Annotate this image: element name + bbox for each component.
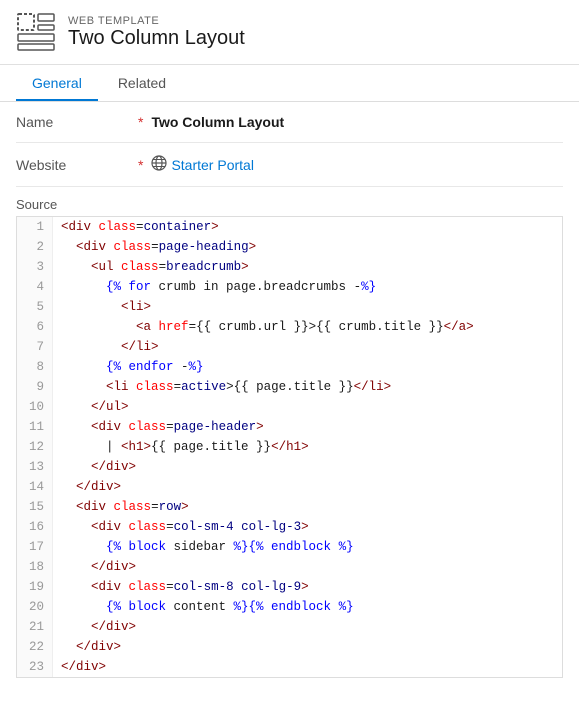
code-line: 9 <li class=active>{{ page.title }}</li> [17,377,562,397]
code-line: 18 </div> [17,557,562,577]
line-content: <div class=container> [53,217,227,237]
website-required: * [138,157,143,173]
code-container: 1<div class=container>2 <div class=page-… [16,216,563,678]
tab-related[interactable]: Related [102,65,182,101]
source-label: Source [0,187,579,216]
website-link[interactable]: Starter Portal [171,157,253,173]
line-content: <a href={{ crumb.url }}>{{ crumb.title }… [53,317,482,337]
code-line: 21 </div> [17,617,562,637]
line-content: {% endfor -%} [53,357,212,377]
line-number: 8 [17,357,53,377]
code-line: 23</div> [17,657,562,677]
line-content: <ul class=breadcrumb> [53,257,257,277]
tab-general[interactable]: General [16,65,98,101]
code-line: 20 {% block content %}{% endblock %} [17,597,562,617]
line-content: </div> [53,617,144,637]
code-line: 1<div class=container> [17,217,562,237]
code-line: 12 | <h1>{{ page.title }}</h1> [17,437,562,457]
line-content: </div> [53,637,129,657]
globe-icon [151,155,167,174]
code-line: 8 {% endfor -%} [17,357,562,377]
line-number: 18 [17,557,53,577]
line-content: </div> [53,457,144,477]
line-number: 5 [17,297,53,317]
code-line: 16 <div class=col-sm-4 col-lg-3> [17,517,562,537]
line-number: 20 [17,597,53,617]
line-number: 10 [17,397,53,417]
code-line: 4 {% for crumb in page.breadcrumbs -%} [17,277,562,297]
name-label: Name [16,114,136,130]
line-number: 9 [17,377,53,397]
header-text-group: WEB TEMPLATE Two Column Layout [68,15,245,50]
line-content: <div class=col-sm-8 col-lg-9> [53,577,317,597]
line-content: <div class=row> [53,497,197,517]
line-content: <div class=page-heading> [53,237,264,257]
line-content: {% block content %}{% endblock %} [53,597,362,617]
line-content: <div class=col-sm-4 col-lg-3> [53,517,317,537]
line-content: </div> [53,657,114,677]
name-row: Name * Two Column Layout [16,102,563,143]
name-required: * [138,114,143,130]
line-number: 13 [17,457,53,477]
code-line: 6 <a href={{ crumb.url }}>{{ crumb.title… [17,317,562,337]
line-number: 1 [17,217,53,237]
header-subtitle: WEB TEMPLATE [68,15,245,27]
tabs-bar: General Related [0,65,579,102]
code-line: 14 </div> [17,477,562,497]
line-content: {% block sidebar %}{% endblock %} [53,537,362,557]
code-line: 22 </div> [17,637,562,657]
code-line: 17 {% block sidebar %}{% endblock %} [17,537,562,557]
code-line: 10 </ul> [17,397,562,417]
line-number: 3 [17,257,53,277]
line-number: 17 [17,537,53,557]
code-line: 3 <ul class=breadcrumb> [17,257,562,277]
line-number: 14 [17,477,53,497]
line-number: 22 [17,637,53,657]
website-row: Website * Starter Portal [16,143,563,187]
code-line: 13 </div> [17,457,562,477]
line-content: </div> [53,557,144,577]
name-value: Two Column Layout [151,114,284,130]
website-label: Website [16,157,136,173]
header-title: Two Column Layout [68,27,245,50]
line-number: 15 [17,497,53,517]
line-number: 7 [17,337,53,357]
line-content: <li> [53,297,159,317]
line-number: 2 [17,237,53,257]
line-number: 4 [17,277,53,297]
line-content: <div class=page-header> [53,417,272,437]
line-number: 11 [17,417,53,437]
line-content: {% for crumb in page.breadcrumbs -%} [53,277,384,297]
code-line: 5 <li> [17,297,562,317]
line-number: 16 [17,517,53,537]
code-line: 2 <div class=page-heading> [17,237,562,257]
code-line: 11 <div class=page-header> [17,417,562,437]
line-number: 23 [17,657,53,677]
line-number: 21 [17,617,53,637]
line-content: <li class=active>{{ page.title }}</li> [53,377,399,397]
line-content: | <h1>{{ page.title }}</h1> [53,437,317,457]
code-line: 19 <div class=col-sm-8 col-lg-9> [17,577,562,597]
code-line: 15 <div class=row> [17,497,562,517]
code-line: 7 </li> [17,337,562,357]
line-content: </ul> [53,397,137,417]
line-content: </div> [53,477,129,497]
web-template-icon [16,12,56,52]
form-section: Name * Two Column Layout Website * Start… [0,102,579,187]
line-number: 19 [17,577,53,597]
line-number: 12 [17,437,53,457]
page-header: WEB TEMPLATE Two Column Layout [0,0,579,65]
line-number: 6 [17,317,53,337]
line-content: </li> [53,337,167,357]
